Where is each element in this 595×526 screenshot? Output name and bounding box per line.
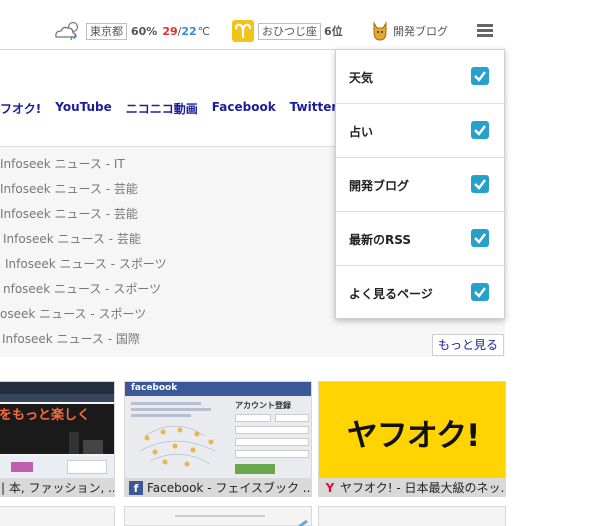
dropdown-item-label: 最新のRSS: [349, 233, 411, 247]
dropdown-item-weather[interactable]: 天気: [336, 50, 506, 104]
dropdown-item-label: 開発ブログ: [349, 179, 410, 193]
weather-checkbox[interactable]: [471, 67, 489, 85]
link-yahoo-auction[interactable]: ヤフオク!: [0, 100, 41, 117]
thumbnail-caption: f Facebook - フェイスブック ...: [125, 478, 311, 496]
facebook-header-text: facebook: [131, 383, 178, 393]
menu-button[interactable]: [477, 20, 493, 42]
news-item[interactable]: oseek ニュース - スポーツ: [0, 305, 146, 322]
facebook-favicon-icon: f: [129, 481, 143, 495]
thumbnail-image: ヤフオク!: [319, 382, 505, 478]
facebook-form-title: アカウント登録: [235, 401, 291, 410]
widget-settings-dropdown: 天気 占い 開発ブログ 最新のRSS よく見るページ: [335, 49, 506, 320]
dropdown-item-frequent-pages[interactable]: よく見るページ: [336, 266, 506, 320]
link-twitter[interactable]: Twitter: [290, 100, 338, 117]
news-item[interactable]: Infoseek ニュース - 芸能: [0, 205, 138, 222]
dev-blog-link[interactable]: 開発ブログ: [371, 20, 448, 42]
thumbnail-caption-text: Facebook - フェイスブック ...: [147, 481, 311, 495]
banner-text: をもっと楽しく: [0, 408, 91, 423]
thumbnail-amazon[interactable]: をもっと楽しく | 本, ファッション, ...: [0, 381, 115, 497]
thumbnail-row2-1[interactable]: [0, 506, 115, 526]
news-item[interactable]: nfoseek ニュース - スポーツ: [3, 280, 161, 297]
thumbnail-caption: Y ヤフオク! - 日本最大級のネッ...: [319, 478, 505, 496]
page-root: 東京都 60% 29/22 ℃ おひつじ座 6位 開発ブログ フオク! YouT…: [0, 0, 595, 526]
fortune-sign: おひつじ座: [258, 22, 321, 40]
fortune-checkbox[interactable]: [471, 121, 489, 139]
more-button[interactable]: もっと見る: [432, 334, 504, 356]
dropdown-item-fortune[interactable]: 占い: [336, 104, 506, 158]
yahoo-auction-logo: ヤフオク!: [346, 418, 481, 454]
news-item[interactable]: Infoseek ニュース - 芸能: [0, 180, 138, 197]
weather-widget[interactable]: 東京都 60% 29/22 ℃: [52, 20, 210, 42]
frequent-pages-checkbox[interactable]: [471, 283, 489, 301]
weather-city: 東京都: [86, 22, 127, 40]
thumbnail-image: facebook アカウント登録: [125, 382, 311, 478]
menu-icon: [477, 24, 493, 38]
weather-humidity: 60%: [131, 24, 158, 38]
dropdown-item-label: 占い: [349, 125, 374, 139]
quick-links: ヤフオク! YouTube ニコニコ動画 Facebook Twitter: [0, 100, 351, 117]
news-item[interactable]: Infoseek ニュース - スポーツ: [5, 255, 167, 272]
weather-high-temp: 29: [162, 24, 178, 38]
fortune-rank: 6位: [324, 25, 343, 38]
thumbnail-caption: | 本, ファッション, ...: [0, 478, 114, 496]
link-niconico[interactable]: ニコニコ動画: [126, 100, 198, 117]
link-facebook[interactable]: Facebook: [212, 100, 276, 117]
dropdown-item-rss[interactable]: 最新のRSS: [336, 212, 506, 266]
link-youtube[interactable]: YouTube: [55, 100, 112, 117]
top-info-bar: 東京都 60% 29/22 ℃ おひつじ座 6位 開発ブログ: [0, 0, 595, 50]
dev-blog-label: 開発ブログ: [393, 25, 448, 38]
thumbnail-image: をもっと楽しく: [0, 382, 114, 478]
mascot-icon: [371, 20, 389, 42]
weather-low-temp: 22: [181, 24, 197, 38]
aries-icon: [232, 20, 254, 42]
news-item[interactable]: Infoseek ニュース - 芸能: [3, 230, 141, 247]
rss-checkbox[interactable]: [471, 229, 489, 247]
thumbnail-row2-3[interactable]: [318, 506, 506, 526]
dev-blog-checkbox[interactable]: [471, 175, 489, 193]
fortune-widget[interactable]: おひつじ座 6位: [232, 20, 343, 42]
thumbnail-row2-2[interactable]: [124, 506, 313, 526]
cloud-rain-icon: [52, 20, 82, 42]
dropdown-item-label: よく見るページ: [349, 287, 433, 301]
thumbnail-caption-text: ヤフオク! - 日本最大級のネッ...: [340, 481, 505, 495]
thumbnail-facebook[interactable]: facebook アカウント登録 f Facebook - フェイスブック ..…: [124, 381, 312, 497]
dropdown-item-label: 天気: [349, 71, 374, 85]
news-item[interactable]: Infoseek ニュース - IT: [0, 155, 125, 172]
news-item[interactable]: Infoseek ニュース - 国際: [2, 330, 140, 347]
thumbnail-yahoo-auction[interactable]: ヤフオク! Y ヤフオク! - 日本最大級のネッ...: [318, 381, 506, 497]
dropdown-item-dev-blog[interactable]: 開発ブログ: [336, 158, 506, 212]
temp-unit: ℃: [197, 24, 211, 38]
yahoo-favicon-icon: Y: [325, 481, 335, 495]
